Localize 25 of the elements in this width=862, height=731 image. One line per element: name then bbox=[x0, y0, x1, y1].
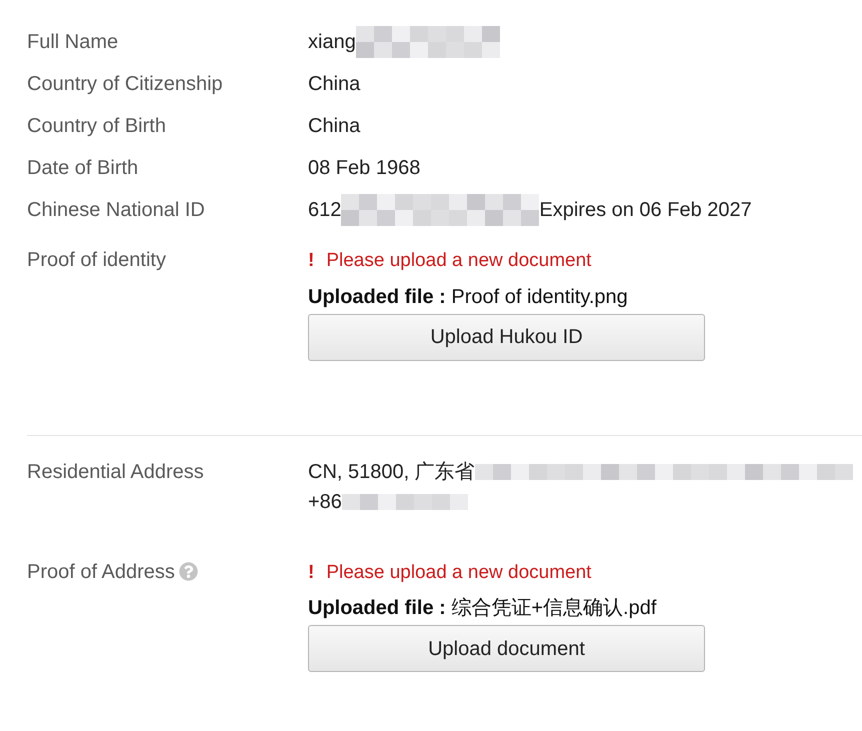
expiry-text: Expires on 06 Feb 2027 bbox=[539, 198, 752, 223]
upload-button[interactable]: Upload document bbox=[308, 625, 705, 672]
field-value: China bbox=[308, 114, 360, 139]
field-label: Proof of identity bbox=[27, 248, 166, 273]
field-value: 612 bbox=[308, 198, 342, 223]
field-value: xiang bbox=[308, 30, 356, 55]
field-value: 08 Feb 1968 bbox=[308, 156, 420, 181]
field-label: Country of Citizenship bbox=[27, 72, 223, 97]
address-line: +86 bbox=[308, 490, 342, 514]
field-value: China bbox=[308, 72, 360, 97]
uploaded-file: Uploaded file : Proof of identity.png bbox=[308, 284, 629, 310]
field-label: Date of Birth bbox=[27, 156, 138, 181]
field-label: Residential Address bbox=[27, 460, 204, 484]
help-icon[interactable] bbox=[178, 562, 198, 581]
field-label: Full Name bbox=[27, 30, 118, 55]
upload-button[interactable]: Upload Hukou ID bbox=[308, 314, 705, 360]
error-message: Please upload a new document bbox=[326, 560, 592, 584]
field-label: Country of Birth bbox=[27, 114, 166, 139]
field-label: Chinese National ID bbox=[27, 198, 205, 223]
field-label: Proof of Address bbox=[27, 560, 175, 584]
uploaded-file: Uploaded file : 综合凭证+信息确认.pdf bbox=[308, 596, 658, 621]
warning-mark: ! bbox=[308, 560, 314, 584]
address-line: CN, 51800, 广东省 bbox=[308, 460, 475, 484]
warning-mark: ! bbox=[308, 249, 314, 273]
error-message: Please upload a new document bbox=[326, 249, 592, 273]
